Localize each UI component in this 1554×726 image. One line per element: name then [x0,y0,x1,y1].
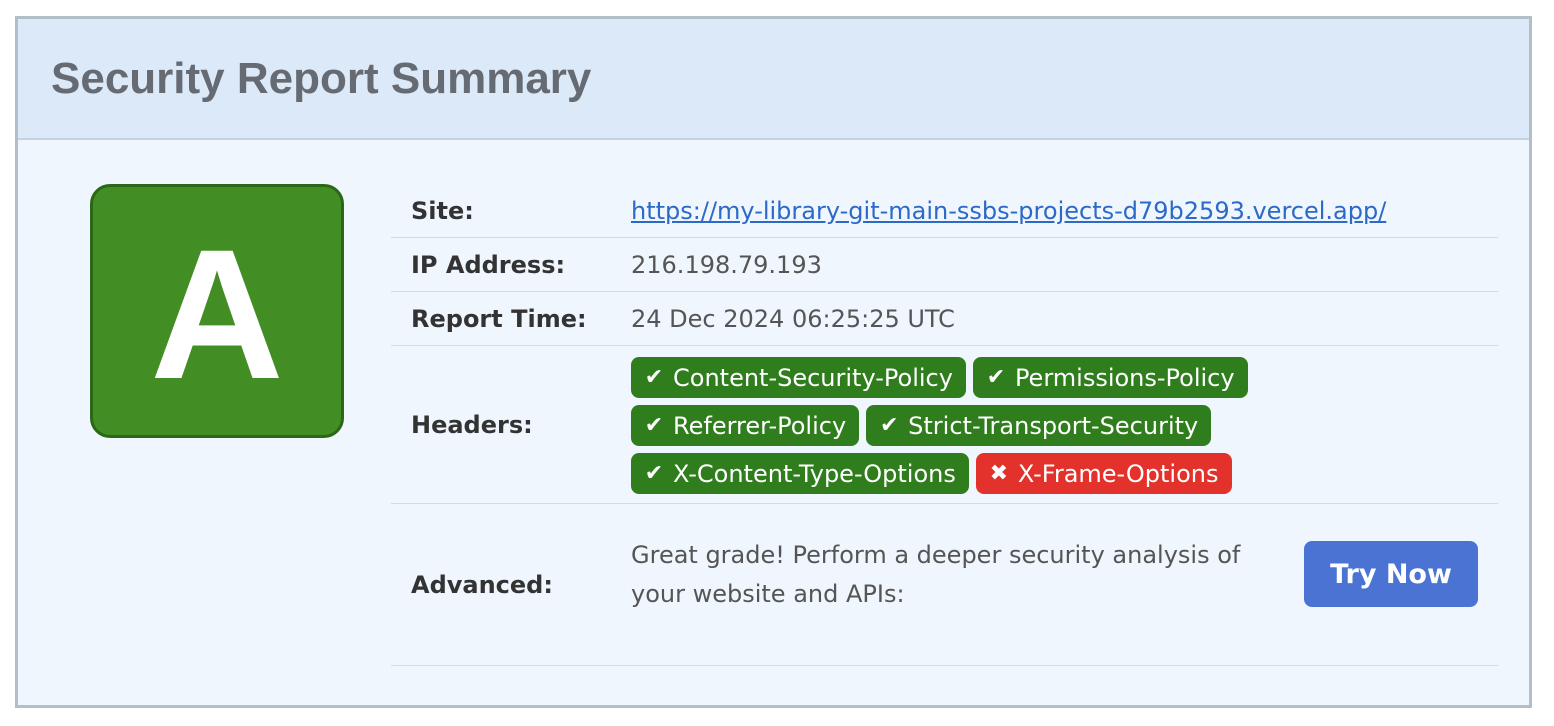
header-pill-line: ✔ X-Content-Type-Options ✖ X-Frame-Optio… [631,453,1498,494]
ip-row: IP Address: 216.198.79.193 [391,237,1498,292]
site-value-cell: https://my-library-git-main-ssbs-project… [631,184,1498,238]
panel-header: Security Report Summary [18,19,1529,140]
header-pill-referrer-policy[interactable]: ✔ Referrer-Policy [631,405,860,446]
header-pill-label: Content-Security-Policy [673,363,953,392]
advanced-label: Advanced: [391,503,631,666]
check-icon: ✔ [879,413,899,438]
header-pill-strict-transport-security[interactable]: ✔ Strict-Transport-Security [866,405,1212,446]
headers-label: Headers: [391,345,631,504]
advanced-row: Advanced: Great grade! Perform a deeper … [391,503,1498,666]
header-pill-label: X-Frame-Options [1017,459,1219,488]
headers-cell: ✔ Content-Security-Policy ✔ Permissions-… [631,345,1498,504]
header-pill-label: Strict-Transport-Security [908,411,1199,440]
report-time-value: 24 Dec 2024 06:25:25 UTC [631,291,1498,346]
site-link[interactable]: https://my-library-git-main-ssbs-project… [631,197,1386,225]
advanced-cell: Great grade! Perform a deeper security a… [631,503,1498,666]
grade-letter: A [150,211,284,418]
check-icon: ✔ [986,365,1006,390]
header-pill-line: ✔ Content-Security-Policy ✔ Permissions-… [631,357,1498,398]
ip-value: 216.198.79.193 [631,237,1498,292]
report-time-row: Report Time: 24 Dec 2024 06:25:25 UTC [391,291,1498,346]
header-pill-line: ✔ Referrer-Policy ✔ Strict-Transport-Sec… [631,405,1498,446]
site-label: Site: [391,184,631,238]
try-now-button[interactable]: Try Now [1304,541,1478,607]
check-icon: ✔ [644,413,664,438]
check-icon: ✔ [644,461,664,486]
header-pill-x-content-type-options[interactable]: ✔ X-Content-Type-Options [631,453,969,494]
grade-badge: A [90,184,344,438]
ip-label: IP Address: [391,237,631,292]
cross-icon: ✖ [989,461,1009,486]
security-report-panel: Security Report Summary A Site: https://… [15,16,1532,708]
report-table: Site: https://my-library-git-main-ssbs-p… [391,184,1498,666]
header-pill-x-frame-options[interactable]: ✖ X-Frame-Options [975,453,1232,494]
check-icon: ✔ [644,365,664,390]
advanced-description: Great grade! Perform a deeper security a… [631,540,1241,608]
header-pill-label: Referrer-Policy [673,411,847,440]
report-time-label: Report Time: [391,291,631,346]
header-pill-label: X-Content-Type-Options [673,459,956,488]
site-row: Site: https://my-library-git-main-ssbs-p… [391,184,1498,238]
page-title: Security Report Summary [51,53,592,103]
headers-row: Headers: ✔ Content-Security-Policy ✔ Per… [391,345,1498,504]
header-pill-content-security-policy[interactable]: ✔ Content-Security-Policy [631,357,966,398]
header-pills: ✔ Content-Security-Policy ✔ Permissions-… [631,351,1498,498]
header-pill-permissions-policy[interactable]: ✔ Permissions-Policy [972,357,1248,398]
header-pill-label: Permissions-Policy [1014,363,1235,392]
